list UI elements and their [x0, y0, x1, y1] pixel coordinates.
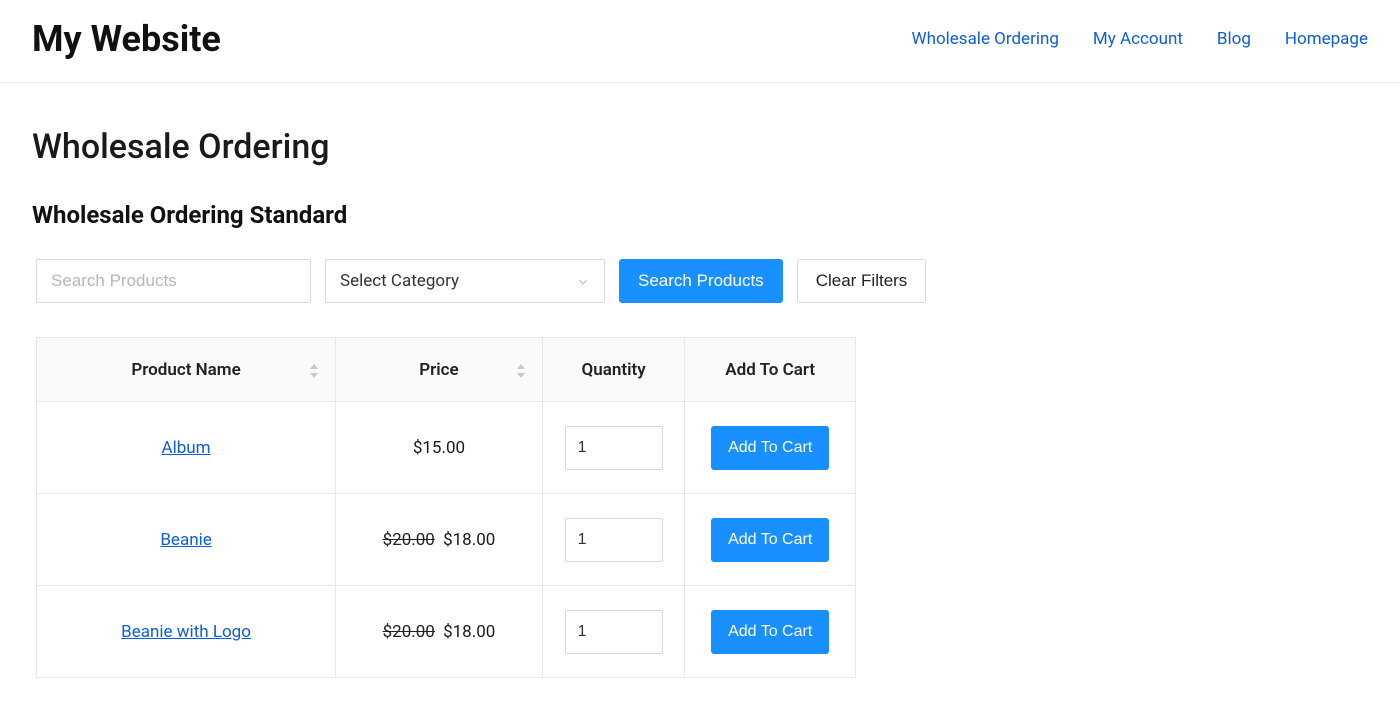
col-header-add-to-cart: Add To Cart — [685, 338, 856, 402]
nav-homepage[interactable]: Homepage — [1285, 29, 1368, 49]
product-price: $18.00 — [443, 530, 495, 550]
category-select-label: Select Category — [340, 271, 459, 291]
product-original-price: $20.00 — [383, 530, 435, 550]
col-header-price-label: Price — [419, 360, 458, 380]
table-row: Beanie $20.00 $18.00 Add To Cart — [37, 494, 856, 586]
product-link[interactable]: Beanie — [160, 530, 211, 550]
chevron-down-icon — [576, 274, 590, 288]
search-button[interactable]: Search Products — [619, 259, 783, 303]
add-to-cart-button[interactable]: Add To Cart — [711, 426, 829, 470]
main-content: Wholesale Ordering Wholesale Ordering St… — [0, 83, 1400, 698]
quantity-input[interactable] — [565, 610, 663, 654]
quantity-input[interactable] — [565, 518, 663, 562]
col-header-quantity: Quantity — [542, 338, 685, 402]
table-row: Album $15.00 Add To Cart — [37, 402, 856, 494]
site-title: My Website — [32, 18, 221, 60]
clear-filters-button[interactable]: Clear Filters — [797, 259, 927, 303]
table-row: Beanie with Logo $20.00 $18.00 Add To Ca… — [37, 586, 856, 678]
table-header-row: Product Name Price — [37, 338, 856, 402]
category-select[interactable]: Select Category — [325, 259, 605, 303]
search-input[interactable] — [36, 259, 311, 303]
sort-icon — [516, 363, 526, 377]
nav-blog[interactable]: Blog — [1217, 29, 1251, 49]
col-header-price[interactable]: Price — [336, 338, 543, 402]
product-price: $18.00 — [443, 622, 495, 642]
sort-icon — [309, 363, 319, 377]
nav-wholesale-ordering[interactable]: Wholesale Ordering — [912, 29, 1059, 49]
product-price: $15.00 — [413, 438, 465, 458]
add-to-cart-button[interactable]: Add To Cart — [711, 518, 829, 562]
col-header-product-name[interactable]: Product Name — [37, 338, 336, 402]
col-header-product-name-label: Product Name — [131, 360, 240, 380]
product-original-price: $20.00 — [383, 622, 435, 642]
top-nav: Wholesale Ordering My Account Blog Homep… — [912, 29, 1369, 49]
col-header-quantity-label: Quantity — [582, 360, 646, 380]
page-title: Wholesale Ordering — [32, 127, 1368, 167]
product-link[interactable]: Album — [162, 438, 211, 458]
site-header: My Website Wholesale Ordering My Account… — [0, 0, 1400, 83]
products-table: Product Name Price — [36, 337, 856, 678]
product-link[interactable]: Beanie with Logo — [121, 622, 251, 642]
filter-bar: Select Category Search Products Clear Fi… — [32, 259, 1368, 303]
col-header-add-label: Add To Cart — [725, 360, 815, 380]
page-subtitle: Wholesale Ordering Standard — [32, 201, 1368, 229]
add-to-cart-button[interactable]: Add To Cart — [711, 610, 829, 654]
quantity-input[interactable] — [565, 426, 663, 470]
nav-my-account[interactable]: My Account — [1093, 29, 1183, 49]
